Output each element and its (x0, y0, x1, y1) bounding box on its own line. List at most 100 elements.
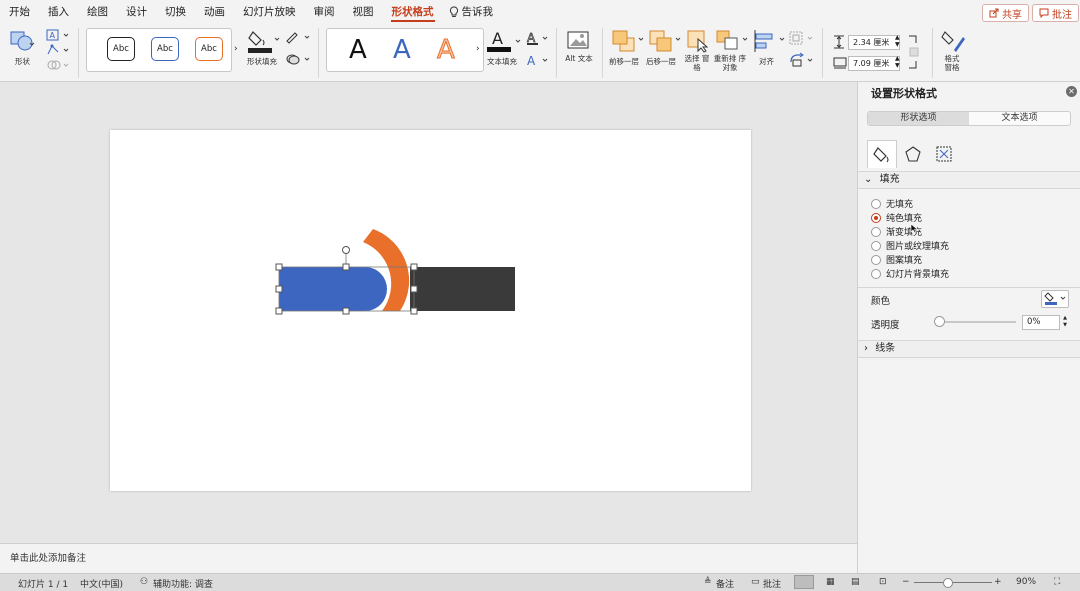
fit-to-window-icon[interactable]: ⛶ (1054, 577, 1060, 587)
fill-option-picture[interactable]: 图片或纹理填充 (871, 239, 949, 252)
tab-transitions[interactable]: 切换 (156, 0, 195, 24)
zoom-out-icon[interactable]: − (902, 577, 910, 587)
tell-me-search[interactable]: 告诉我 (443, 0, 503, 24)
tab-insert[interactable]: 插入 (39, 0, 78, 24)
transparency-slider-track[interactable] (938, 321, 1016, 323)
rotation-handle[interactable] (342, 246, 350, 254)
bring-forward-button[interactable] (611, 29, 645, 56)
tab-shape-options[interactable]: 形状选项 (868, 112, 969, 125)
close-icon[interactable]: ✕ (1066, 86, 1077, 97)
text-outline-button[interactable]: A (525, 30, 549, 49)
reading-view-icon[interactable]: ▤ (851, 577, 860, 587)
tab-review[interactable]: 审阅 (305, 0, 344, 24)
dark-rectangle-shape[interactable] (410, 267, 515, 311)
comment-icon[interactable]: ▭ (751, 577, 760, 587)
resize-handle[interactable] (410, 307, 418, 315)
shape-effects-button[interactable] (285, 52, 311, 69)
transparency-stepper[interactable]: ▲ ▼ (1060, 315, 1070, 330)
wordart-style-black[interactable]: A (349, 35, 367, 65)
tab-draw[interactable]: 绘图 (78, 0, 117, 24)
height-field[interactable]: 2.34 厘米 (848, 35, 900, 50)
divider (858, 287, 1080, 288)
wordart-expand-arrow[interactable]: › (476, 44, 480, 54)
fill-option-slide-background[interactable]: 幻灯片背景填充 (871, 267, 949, 280)
rotate-button[interactable] (788, 52, 816, 71)
shape-style-dark[interactable]: Abc (107, 37, 135, 61)
blue-rectangle-shape[interactable] (279, 267, 387, 311)
fill-option-none[interactable]: 无填充 (871, 197, 913, 210)
fill-section-header[interactable]: ⌄ 填充 (858, 171, 1080, 189)
gallery-expand-arrow[interactable]: › (234, 44, 238, 54)
language-indicator[interactable]: 中文(中国) (80, 577, 123, 590)
resize-handle[interactable] (275, 307, 283, 315)
color-picker-button[interactable] (1041, 290, 1069, 308)
fill-line-tab[interactable] (867, 140, 897, 168)
resize-handle[interactable] (410, 285, 418, 293)
share-button[interactable]: 共享 (982, 4, 1029, 22)
tab-view[interactable]: 视图 (344, 0, 383, 24)
effects-tab[interactable] (898, 140, 928, 168)
text-effects-button[interactable]: A (525, 52, 549, 71)
shape-outline-button[interactable] (285, 30, 311, 47)
slide-canvas[interactable] (110, 130, 751, 491)
selection-pane-button[interactable] (686, 29, 710, 56)
size-properties-tab[interactable] (929, 140, 959, 168)
zoom-slider-track[interactable] (914, 582, 992, 583)
send-backward-button[interactable] (648, 29, 682, 56)
shape-style-blue[interactable]: Abc (151, 37, 179, 61)
comments-toggle[interactable]: 批注 (763, 577, 781, 590)
radio-button-selected[interactable] (871, 212, 881, 223)
align-button[interactable] (752, 29, 786, 56)
comments-button[interactable]: 批注 (1032, 4, 1079, 22)
group-button[interactable] (788, 30, 816, 49)
reorder-objects-button[interactable] (715, 29, 749, 56)
alt-text-button[interactable] (567, 30, 591, 55)
wordart-style-orange[interactable]: A (437, 35, 456, 66)
tab-animations[interactable]: 动画 (195, 0, 234, 24)
radio-button[interactable] (871, 254, 881, 265)
tab-design[interactable]: 设计 (117, 0, 156, 24)
merge-shapes-button[interactable] (46, 58, 70, 75)
text-fill-button[interactable]: A (486, 28, 522, 57)
resize-handle[interactable] (275, 263, 283, 271)
size-dialog-launcher[interactable] (907, 34, 919, 73)
corner-arrow-icon (909, 35, 919, 69)
width-field[interactable]: 7.09 厘米 (848, 56, 900, 71)
resize-handle[interactable] (410, 263, 418, 271)
line-section-header[interactable]: › 线条 (858, 340, 1080, 358)
shape-fill-button[interactable] (247, 28, 281, 57)
tell-me-label: 告诉我 (461, 6, 494, 18)
zoom-slider-thumb[interactable] (943, 578, 953, 588)
normal-view-button[interactable] (794, 575, 814, 589)
height-stepper[interactable]: ▲ ▼ (895, 34, 900, 48)
zoom-level[interactable]: 90% (1016, 577, 1036, 587)
tab-home[interactable]: 开始 (0, 0, 39, 24)
zoom-in-icon[interactable]: + (994, 577, 1002, 587)
transparency-field[interactable]: 0% (1022, 315, 1060, 330)
width-stepper[interactable]: ▲ ▼ (895, 55, 900, 69)
accessibility-status[interactable]: 辅助功能: 调查 (153, 577, 213, 590)
notes-icon[interactable]: ≜ (704, 577, 712, 587)
radio-button[interactable] (871, 226, 881, 237)
resize-handle[interactable] (342, 263, 350, 271)
radio-button[interactable] (871, 198, 881, 209)
tab-slideshow[interactable]: 幻灯片放映 (234, 0, 305, 24)
radio-button[interactable] (871, 240, 881, 251)
slideshow-icon[interactable]: ⊡ (879, 577, 887, 587)
shape-style-orange[interactable]: Abc (195, 37, 223, 61)
shape-button[interactable] (9, 29, 35, 56)
radio-button[interactable] (871, 268, 881, 279)
resize-handle[interactable] (275, 285, 283, 293)
resize-handle[interactable] (342, 307, 350, 315)
notes-area[interactable]: 单击此处添加备注 (0, 543, 857, 573)
wordart-style-blue[interactable]: A (393, 35, 411, 65)
notes-toggle[interactable]: 备注 (716, 577, 734, 590)
slide-sorter-icon[interactable]: ▦ (826, 577, 835, 587)
accessibility-icon[interactable]: ⚇ (140, 577, 148, 587)
transparency-slider-thumb[interactable] (934, 316, 945, 327)
shape-effects-icon (286, 54, 310, 65)
fill-option-pattern[interactable]: 图案填充 (871, 253, 922, 266)
format-pane-button[interactable] (941, 28, 967, 57)
tab-shape-format[interactable]: 形状格式 (383, 0, 443, 24)
tab-text-options[interactable]: 文本选项 (969, 112, 1070, 125)
